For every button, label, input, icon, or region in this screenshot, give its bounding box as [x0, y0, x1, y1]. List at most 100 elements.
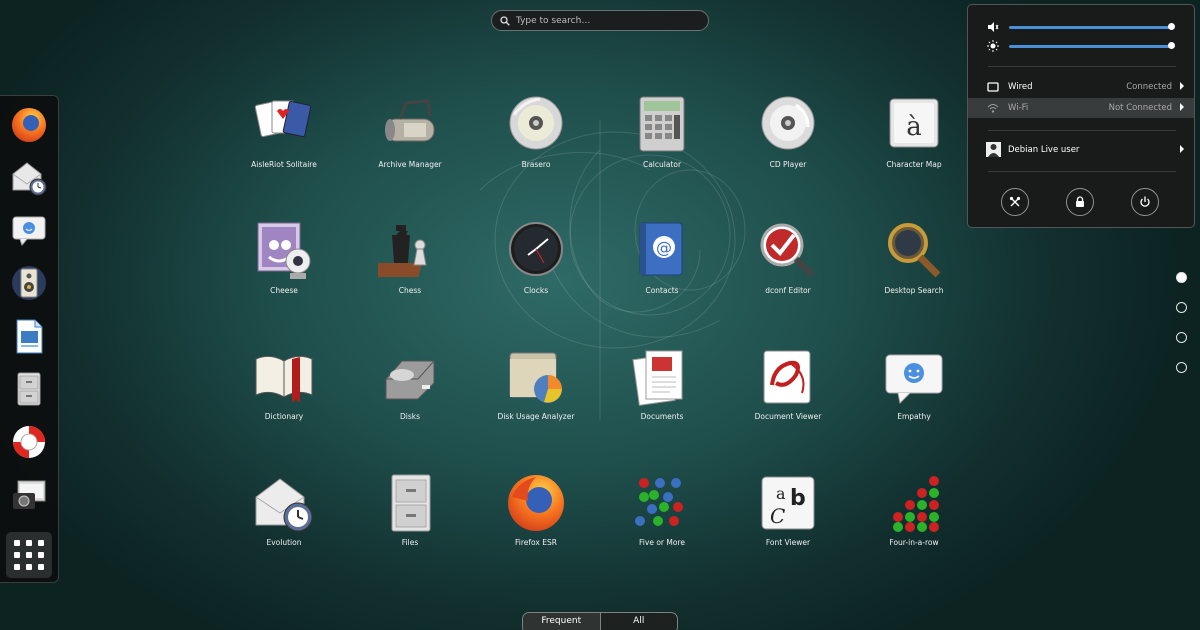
- app-disks[interactable]: Disks: [347, 345, 473, 455]
- dash-evolution[interactable]: [8, 156, 50, 198]
- lock-icon: [1076, 196, 1084, 207]
- app-label: Document Viewer: [754, 412, 822, 421]
- app-desktop-search[interactable]: Desktop Search: [851, 219, 977, 329]
- view-switch: Frequent All: [522, 612, 678, 630]
- search-icon: [500, 15, 510, 26]
- app-dictionary[interactable]: Dictionary: [221, 345, 347, 455]
- app-character-map[interactable]: à Character Map: [851, 93, 977, 203]
- app-contacts[interactable]: @ Contacts: [599, 219, 725, 329]
- app-evolution[interactable]: Evolution: [221, 471, 347, 581]
- app-label: Chess: [398, 286, 422, 295]
- app-label: Cheese: [270, 286, 298, 295]
- app-document-viewer[interactable]: Document Viewer: [725, 345, 851, 455]
- page-indicator-3[interactable]: [1176, 332, 1187, 343]
- svg-text:@: @: [656, 238, 672, 257]
- app-aisleriot[interactable]: AisleRiot Solitaire: [221, 93, 347, 203]
- evolution-icon: [12, 162, 47, 196]
- character-map-icon: à: [889, 98, 939, 148]
- dash-firefox[interactable]: [8, 104, 50, 146]
- app-empathy[interactable]: Empathy: [851, 345, 977, 455]
- app-chess[interactable]: Chess: [347, 219, 473, 329]
- libreoffice-writer-icon: [16, 319, 43, 354]
- wired-label: Wired: [1008, 82, 1033, 92]
- empathy-icon: [12, 216, 46, 247]
- system-status-menu: Wired Connected Wi-Fi Not Connected Debi…: [967, 4, 1195, 228]
- volume-knob[interactable]: [1168, 23, 1175, 30]
- files-icon: [17, 372, 41, 406]
- wifi-item[interactable]: Wi-Fi Not Connected: [968, 98, 1194, 118]
- firefox-icon: [12, 108, 46, 142]
- brightness-track[interactable]: [1009, 45, 1171, 48]
- app-label: Archive Manager: [378, 160, 442, 169]
- desktop-search-icon: [888, 223, 941, 278]
- chevron-right-icon: [1180, 103, 1184, 111]
- user-item[interactable]: Debian Live user: [968, 140, 1194, 160]
- font-viewer-icon: a bC: [761, 476, 815, 530]
- lock-button[interactable]: [1066, 188, 1094, 216]
- document-viewer-icon: [763, 350, 811, 404]
- page-indicator-4[interactable]: [1176, 362, 1187, 373]
- svg-text:C: C: [770, 504, 785, 528]
- wifi-state: Not Connected: [1108, 103, 1172, 113]
- cd-player-icon: [761, 96, 815, 150]
- app-brasero[interactable]: Brasero: [473, 93, 599, 203]
- search-entry[interactable]: [491, 10, 709, 31]
- dash-files[interactable]: [8, 368, 50, 410]
- app-label: Contacts: [645, 286, 679, 295]
- volume-track[interactable]: [1009, 26, 1171, 29]
- search-input[interactable]: [516, 15, 696, 26]
- app-archive-manager[interactable]: Archive Manager: [347, 93, 473, 203]
- settings-button[interactable]: [1001, 188, 1029, 216]
- app-calculator[interactable]: Calculator: [599, 93, 725, 203]
- dash-help[interactable]: [8, 421, 50, 463]
- clocks-icon: [509, 222, 563, 276]
- dash-libreoffice-writer[interactable]: [8, 315, 50, 357]
- app-dconf-editor[interactable]: dconf Editor: [725, 219, 851, 329]
- app-label: Documents: [640, 412, 684, 421]
- page-indicator-2[interactable]: [1176, 302, 1187, 313]
- app-label: Desktop Search: [884, 286, 944, 295]
- app-cd-player[interactable]: CD Player: [725, 93, 851, 203]
- dash-screenshot[interactable]: [8, 474, 50, 516]
- app-firefox[interactable]: Firefox ESR: [473, 471, 599, 581]
- dconf-editor-icon: [760, 223, 815, 278]
- app-disk-usage-analyzer[interactable]: Disk Usage Analyzer: [473, 345, 599, 455]
- app-clocks[interactable]: Clocks: [473, 219, 599, 329]
- svg-text:à: à: [906, 112, 922, 142]
- brasero-icon: [509, 96, 563, 150]
- app-five-or-more[interactable]: Five or More: [599, 471, 725, 581]
- archive-manager-icon: [385, 99, 435, 142]
- app-documents[interactable]: Documents: [599, 345, 725, 455]
- disk-usage-analyzer-icon: [509, 352, 562, 403]
- app-label: Font Viewer: [765, 538, 811, 547]
- volume-slider[interactable]: [968, 19, 1194, 35]
- separator: [988, 66, 1176, 67]
- show-applications-button[interactable]: [6, 532, 52, 578]
- app-cheese[interactable]: Cheese: [221, 219, 347, 329]
- power-button[interactable]: [1131, 188, 1159, 216]
- wired-state: Connected: [1126, 82, 1172, 92]
- five-or-more-icon: [635, 478, 683, 526]
- app-font-viewer[interactable]: a b C Font Viewer: [725, 471, 851, 581]
- page-indicator-1[interactable]: [1176, 272, 1187, 283]
- frequent-tab[interactable]: Frequent: [523, 613, 601, 630]
- app-label: Files: [401, 538, 419, 547]
- wired-item[interactable]: Wired Connected: [968, 77, 1194, 97]
- aisleriot-icon: [254, 100, 312, 138]
- app-label: dconf Editor: [765, 286, 811, 295]
- dash-empathy[interactable]: [8, 209, 50, 251]
- brightness-slider[interactable]: [968, 38, 1194, 54]
- all-tab[interactable]: All: [601, 613, 678, 630]
- dash-rhythmbox[interactable]: [8, 262, 50, 304]
- power-icon: [1140, 196, 1150, 207]
- app-files[interactable]: Files: [347, 471, 473, 581]
- separator: [988, 130, 1176, 131]
- brightness-knob[interactable]: [1168, 42, 1175, 49]
- svg-text:b: b: [790, 486, 806, 511]
- volume-icon: [988, 22, 999, 32]
- contacts-icon: @: [639, 222, 683, 276]
- app-four-in-a-row[interactable]: Four-in-a-row: [851, 471, 977, 581]
- app-label: Four-in-a-row: [889, 538, 939, 547]
- app-label: Dictionary: [264, 412, 304, 421]
- user-avatar-icon: [986, 142, 1001, 157]
